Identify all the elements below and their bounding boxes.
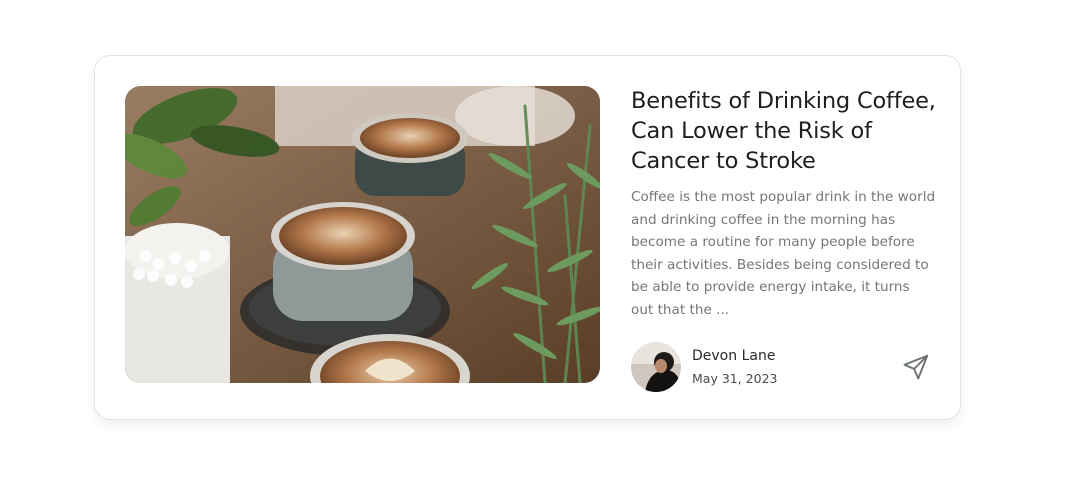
article-content: Benefits of Drinking Coffee, Can Lower t… <box>631 86 936 322</box>
share-button[interactable] <box>900 351 932 383</box>
article-excerpt: Coffee is the most popular drink in the … <box>631 189 936 318</box>
author-name[interactable]: Devon Lane <box>692 346 777 366</box>
article-image[interactable] <box>125 86 600 383</box>
send-icon <box>903 354 929 380</box>
publish-date: May 31, 2023 <box>692 371 778 386</box>
author-info: Devon Lane May 31, 2023 <box>631 342 777 392</box>
article-card[interactable]: Benefits of Drinking Coffee, Can Lower t… <box>94 55 961 420</box>
article-title[interactable]: Benefits of Drinking Coffee, Can Lower t… <box>631 86 936 176</box>
author-meta: Devon Lane May 31, 2023 <box>692 346 777 388</box>
avatar[interactable] <box>631 342 681 392</box>
